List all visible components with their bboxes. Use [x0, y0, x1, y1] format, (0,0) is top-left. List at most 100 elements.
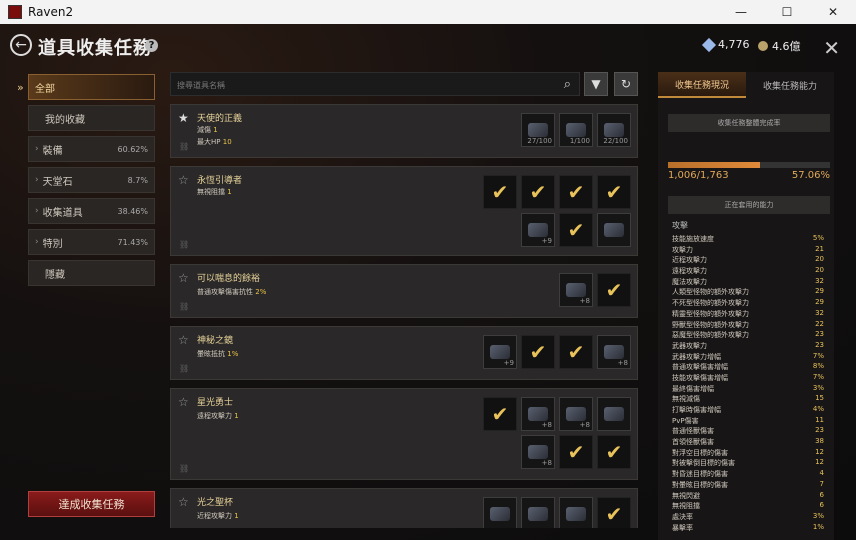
stat-label: 對被擊倒目標的傷害 [672, 459, 735, 468]
sidebar-item-heaven-stone[interactable]: › 天堂石 8.7% [28, 167, 155, 193]
sidebar-item-percent: 60.62% [117, 144, 148, 154]
card-attr: 普通攻擊傷害抗性 2% [197, 287, 266, 297]
progress-bar-fill [668, 162, 761, 168]
item-slot[interactable]: +8 [521, 397, 555, 431]
item-slot-completed[interactable] [559, 175, 593, 209]
refresh-button[interactable]: ↻ [614, 72, 638, 96]
link-icon[interactable]: ⛓ [179, 142, 189, 151]
progress-section-title: 收集任務整體完成率 [668, 114, 830, 132]
sidebar-item-special[interactable]: › 特別 71.43% [28, 229, 155, 255]
filter-button[interactable]: ▼ [584, 72, 608, 96]
sidebar-item-favorites[interactable]: 我的收藏 [28, 105, 155, 131]
item-slot[interactable]: 27/100 [521, 113, 555, 147]
sidebar-item-equipment[interactable]: › 裝備 60.62% [28, 136, 155, 162]
collection-card[interactable]: ☆ 星光勇士 遠程攻擊力 1 ⛓ +8 +8 +8 [170, 388, 638, 480]
game-area: ← 道具收集任務 ? 4,776 4.6億 ✕ » 全部 我的收藏 › 裝備 60.6… [0, 24, 856, 540]
star-icon[interactable]: ★ [178, 111, 189, 125]
stat-label: 對浮空目標的傷害 [672, 448, 728, 457]
stat-row: 遠程攻擊力 20 [672, 266, 824, 277]
stat-value: 3% [812, 383, 824, 392]
stat-value: 6 [819, 501, 824, 510]
collection-card[interactable]: ★ 天使的正義 減傷 1 最大HP 10 ⛓ 27/100 1/100 22/1… [170, 104, 638, 158]
star-outline-icon[interactable]: ☆ [178, 495, 189, 509]
stat-row: 無視閃避 6 [672, 491, 824, 502]
sidebar-item-label: 隱藏 [45, 269, 65, 281]
stat-label: 無視減傷 [672, 395, 700, 404]
card-name: 永恆引導者 [197, 176, 243, 186]
sidebar-item-collection[interactable]: › 收集道具 38.46% [28, 198, 155, 224]
item-slot-completed[interactable] [483, 175, 517, 209]
stat-value: 7% [812, 351, 824, 360]
item-slot-completed[interactable] [483, 397, 517, 431]
stat-label: 打擊時傷害增幅 [672, 406, 721, 414]
stat-label: 普通怪獸傷害 [672, 427, 714, 436]
stat-row: 精靈型怪物的額外攻擊力 32 [672, 309, 824, 320]
collection-card[interactable]: ☆ 光之聖杯 近程攻擊力 1 [170, 488, 638, 528]
item-slot[interactable]: 22/100 [597, 113, 631, 147]
star-outline-icon[interactable]: ☆ [178, 173, 189, 187]
search-icon[interactable]: ⌕ [564, 77, 571, 92]
item-slot-completed[interactable] [559, 213, 593, 247]
close-window-button[interactable]: ✕ [810, 0, 856, 24]
item-slot[interactable] [597, 397, 631, 431]
collection-card[interactable]: ☆ 永恆引導者 無視阻擋 1 ⛓ +9 [170, 166, 638, 256]
item-slot[interactable]: +9 [521, 213, 555, 247]
filter-icon: ▼ [591, 77, 601, 91]
item-slot-completed[interactable] [559, 435, 593, 469]
link-icon[interactable]: ⛓ [179, 464, 189, 473]
star-outline-icon[interactable]: ☆ [178, 395, 189, 409]
chevron-right-icon: › [35, 206, 39, 216]
back-arrow-icon[interactable]: ← [10, 34, 32, 56]
item-slot-completed[interactable] [597, 497, 631, 528]
stat-label: 人類型怪物的額外攻擊力 [672, 288, 749, 297]
star-outline-icon[interactable]: ☆ [178, 271, 189, 285]
search-row: 搜尋道具名稱 ⌕ ▼ ↻ [170, 72, 638, 96]
complete-collection-button[interactable]: 達成收集任務 [28, 491, 155, 517]
maximize-button[interactable]: ☐ [764, 0, 810, 24]
link-icon[interactable]: ⛓ [179, 364, 189, 373]
collection-card[interactable]: ☆ 神秘之鏡 暈眩抵抗 1% ⛓ +9 +8 [170, 326, 638, 380]
tab-collection-status[interactable]: 收集任務現況 [658, 72, 746, 98]
stat-value: 12 [815, 447, 824, 456]
item-slot[interactable]: +9 [483, 335, 517, 369]
star-outline-icon[interactable]: ☆ [178, 333, 189, 347]
item-slot-completed[interactable] [597, 175, 631, 209]
tab-collection-ability[interactable]: 收集任務能力 [746, 72, 834, 98]
item-icon [528, 445, 548, 459]
stat-row: 技能攻擊傷害增幅 7% [672, 373, 824, 384]
item-slot[interactable]: 1/100 [559, 113, 593, 147]
stat-value: 4 [819, 469, 824, 478]
card-name: 光之聖杯 [197, 498, 234, 508]
minimize-button[interactable]: — [718, 0, 764, 24]
attr-label: 暈眩抵抗 [197, 350, 225, 358]
item-slot-completed[interactable] [597, 273, 631, 307]
item-slot[interactable]: +8 [559, 397, 593, 431]
item-slot[interactable] [521, 497, 555, 528]
attr-value: 1% [227, 350, 239, 358]
item-slot[interactable]: +8 [521, 435, 555, 469]
link-icon[interactable]: ⛓ [179, 240, 189, 249]
item-icon [604, 407, 624, 421]
item-slot-completed[interactable] [559, 335, 593, 369]
item-slot[interactable] [597, 213, 631, 247]
search-input[interactable]: 搜尋道具名稱 ⌕ [170, 72, 580, 96]
item-count: +9 [541, 237, 552, 245]
attr-value: 1 [227, 188, 232, 196]
collection-card[interactable]: ☆ 可以喘息的餘裕 普通攻擊傷害抗性 2% ⛓ +8 [170, 264, 638, 318]
item-slot-completed[interactable] [521, 175, 555, 209]
item-slot[interactable]: +8 [597, 335, 631, 369]
link-icon[interactable]: ⛓ [179, 302, 189, 311]
attr-label: 近程攻擊力 [197, 512, 232, 520]
sidebar-item-all[interactable]: » 全部 [17, 74, 155, 100]
item-slot-completed[interactable] [597, 435, 631, 469]
item-slot-completed[interactable] [521, 335, 555, 369]
card-attr: 近程攻擊力 1 [197, 511, 239, 521]
stat-label: 技能施放速度 [672, 235, 714, 243]
close-icon[interactable]: ✕ [823, 36, 840, 60]
item-slot[interactable]: +8 [559, 273, 593, 307]
item-slot[interactable] [483, 497, 517, 528]
stat-value: 3% [812, 511, 824, 520]
item-slot[interactable] [559, 497, 593, 528]
help-icon[interactable]: ? [145, 39, 158, 52]
sidebar-item-hidden[interactable]: 隱藏 [28, 260, 155, 286]
